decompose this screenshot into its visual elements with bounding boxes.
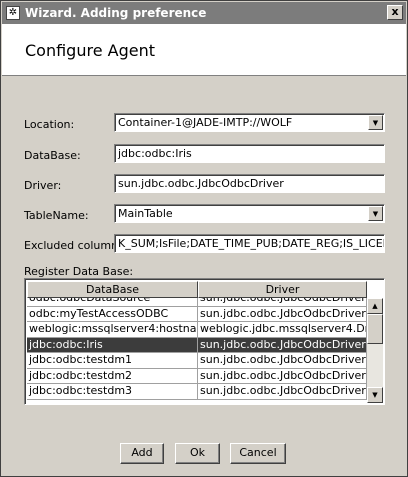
table-header: DataBase Driver <box>27 281 367 298</box>
excluded-columns-label: Excluded columns <box>24 239 124 252</box>
ok-button[interactable]: Ok <box>175 443 220 464</box>
register-label: Register Data Base: <box>24 265 134 278</box>
driver-input[interactable]: sun.jdbc.odbc.JdbcOdbcDriver <box>114 174 385 193</box>
driver-value: sun.jdbc.odbc.JdbcOdbcDriver <box>118 177 284 190</box>
scroll-down-button[interactable]: ▼ <box>367 387 383 403</box>
cell-driver: sun.jdbc.odbc.JdbcOdbcDriver <box>198 384 367 400</box>
scroll-up-button[interactable]: ▲ <box>367 298 383 314</box>
location-value: Container-1@JADE-IMTP://WOLF <box>118 116 293 129</box>
cell-database: jdbc:odbc:Iris <box>27 337 198 353</box>
cell-driver: sun.jdbc.odbc.JdbcOdbcDriver <box>198 353 367 369</box>
database-label: DataBase: <box>24 149 81 162</box>
database-input[interactable]: jdbc:odbc:Iris <box>114 144 385 163</box>
table-body: odbc:odbcDataSourcesun.jdbc.odbc.JdbcOdb… <box>27 298 367 403</box>
table-row[interactable]: odbc:myTestAccessODBC sun.jdbc.odbc.JdbcO… <box>27 306 367 322</box>
cell-database: weblogic:mssqlserver4:hostnam... <box>27 322 198 338</box>
cell-database: jdbc:odbc:testdm2 <box>27 368 198 384</box>
cell-driver: sun.jdbc.odbc.JdbcOdbcDriver <box>198 298 367 307</box>
location-label: Location: <box>24 118 75 131</box>
cell-driver: sun.jdbc.odbc.JdbcOdbcDriver <box>198 368 367 384</box>
cell-database: odbc:odbcDataSource <box>27 298 198 307</box>
driver-label: Driver: <box>24 179 62 192</box>
column-header-driver[interactable]: Driver <box>198 281 367 298</box>
register-table[interactable]: DataBase Driver odbc:odbcDataSourcesun.j… <box>24 278 385 405</box>
title-bar: ✲ Wizard. Adding preference x <box>2 2 406 24</box>
cell-database: jdbc:odbc:testdm3 <box>27 384 198 400</box>
table-row[interactable]: jdbc:odbc:testdm2 sun.jdbc.odbc.JdbcOdbcD… <box>27 368 367 384</box>
tablename-value: MainTable <box>118 207 173 220</box>
cell-driver: sun.jdbc.odbc.JdbcOdbcDriver <box>198 306 367 322</box>
excluded-columns-input[interactable]: K_SUM;IsFile;DATE_TIME_PUB;DATE_REG;IS_L… <box>114 234 385 253</box>
tablename-label: TableName: <box>24 209 89 222</box>
window-title: Wizard. Adding preference <box>25 6 207 20</box>
table-row[interactable]: weblogic:mssqlserver4:hostnam...weblogic… <box>27 322 367 338</box>
table-rows: odbc:odbcDataSourcesun.jdbc.odbc.JdbcOdb… <box>27 298 367 400</box>
wizard-window: ✲ Wizard. Adding preference x Configure … <box>0 0 408 477</box>
location-select[interactable]: Container-1@JADE-IMTP://WOLF ▼ <box>114 113 385 132</box>
add-button[interactable]: Add <box>120 443 164 464</box>
page-title: Configure Agent <box>25 41 155 60</box>
chevron-down-icon[interactable]: ▼ <box>368 115 383 130</box>
excluded-columns-value: K_SUM;IsFile;DATE_TIME_PUB;DATE_REG;IS_L… <box>118 237 385 250</box>
table-row[interactable]: jdbc:odbc:testdm1 sun.jdbc.odbc.JdbcOdbcD… <box>27 353 367 369</box>
tablename-select[interactable]: MainTable ▼ <box>114 204 385 223</box>
scroll-thumb[interactable] <box>367 314 383 344</box>
vertical-scrollbar[interactable]: ▲ ▼ <box>367 298 383 403</box>
cell-database: jdbc:odbc:testdm1 <box>27 353 198 369</box>
wizard-header: Configure Agent <box>2 24 406 76</box>
cell-driver: sun.jdbc.odbc.JdbcOdbcDriver <box>198 337 367 353</box>
cancel-button[interactable]: Cancel <box>230 443 286 464</box>
column-header-database[interactable]: DataBase <box>27 281 198 298</box>
chevron-down-icon[interactable]: ▼ <box>368 206 383 221</box>
app-icon: ✲ <box>6 6 20 20</box>
table-row[interactable]: jdbc:odbc:Iris sun.jdbc.odbc.JdbcOdbcDriv… <box>27 337 367 353</box>
cell-driver: weblogic.jdbc.mssqlserver4.Driver <box>198 322 367 338</box>
table-row[interactable]: odbc:odbcDataSourcesun.jdbc.odbc.JdbcOdb… <box>27 298 367 307</box>
database-value: jdbc:odbc:Iris <box>118 147 192 160</box>
cell-database: odbc:myTestAccessODBC <box>27 306 198 322</box>
close-button[interactable]: x <box>387 5 403 20</box>
table-row[interactable]: jdbc:odbc:testdm3 sun.jdbc.odbc.JdbcOdbcD… <box>27 384 367 400</box>
